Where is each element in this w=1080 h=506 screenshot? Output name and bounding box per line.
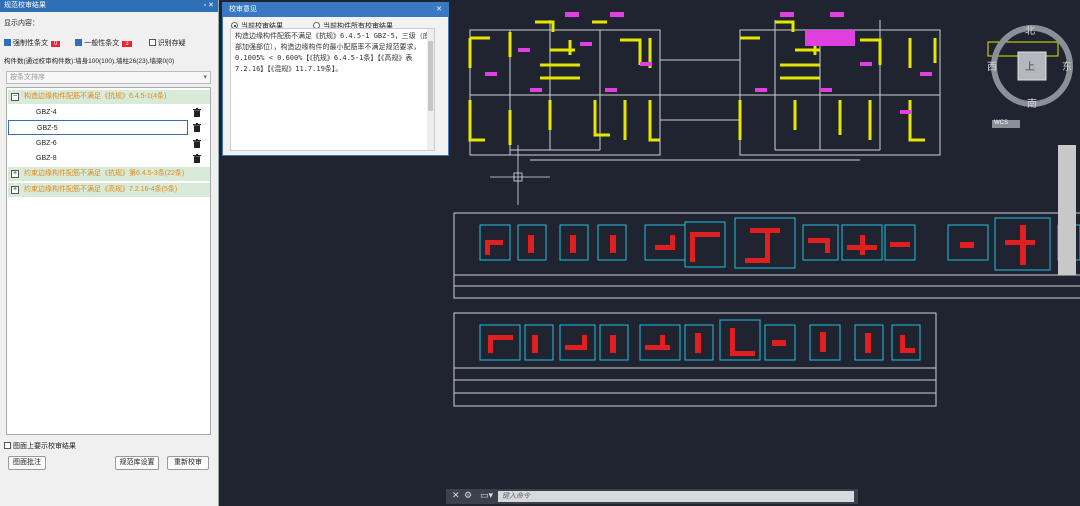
ucs-label[interactable]: WCS xyxy=(994,120,1008,126)
collapse-icon[interactable]: − xyxy=(11,93,19,101)
filter-general-label: 一般性条文 xyxy=(84,40,120,47)
tree-group-3[interactable]: + 约束边缘构件配筋不满足《高规》7.2.16-4条(5条) xyxy=(8,183,210,197)
compass-east: 东 xyxy=(1062,62,1072,73)
filter-doubtful-label: 识别存疑 xyxy=(157,40,186,47)
tree-item-label: GBZ-4 xyxy=(36,109,57,116)
panel-title: 规范校审结果 xyxy=(4,2,46,9)
trash-icon[interactable] xyxy=(193,139,201,148)
tree-group-3-label: 约束边缘构件配筋不满足《高规》7.2.16-4条(5条) xyxy=(24,186,178,193)
checkbox-doubtful[interactable] xyxy=(148,39,156,46)
checkbox-show-on-drawing[interactable] xyxy=(4,442,11,449)
checkbox-mandatory[interactable] xyxy=(4,39,11,46)
rule-settings-button[interactable]: 规范库设置 xyxy=(115,456,159,470)
detail-sections xyxy=(479,217,1080,361)
tree-group-1[interactable]: − 构造边缘构件配筋不满足《抗规》6.4.5-1(4条) xyxy=(8,90,210,104)
filter-general[interactable]: 一般性条文 3 xyxy=(75,39,132,47)
wrench-icon[interactable]: ⚙ xyxy=(464,490,472,501)
mandatory-count-badge: 0 xyxy=(51,41,61,47)
message-scrollbar[interactable] xyxy=(427,29,434,150)
compass-center[interactable]: 上 xyxy=(1025,58,1035,73)
trash-icon[interactable] xyxy=(193,123,201,132)
tree-item[interactable]: GBZ-8 xyxy=(8,151,210,166)
close-icon[interactable]: ✕ xyxy=(452,490,460,501)
recheck-button[interactable]: 重新校审 xyxy=(167,456,209,470)
command-input[interactable]: 键入命令 xyxy=(498,491,854,502)
tree-item-label: GBZ-5 xyxy=(37,125,58,132)
compass-north: 北 xyxy=(1025,26,1035,37)
dialog-title: 校审意见 xyxy=(229,6,257,13)
close-icon[interactable]: ✕ xyxy=(436,3,442,17)
compass-west: 西 xyxy=(987,62,997,73)
display-label: 显示内容： xyxy=(4,20,39,27)
annotate-button[interactable]: 图面批注 xyxy=(8,456,46,470)
sort-dropdown[interactable]: 按条文排序 ▾ xyxy=(6,71,211,84)
tree-item-label: GBZ-8 xyxy=(36,155,57,162)
scrollbar-thumb[interactable] xyxy=(428,41,433,111)
tree-group-1-label: 构造边缘构件配筋不满足《抗规》6.4.5-1(4条) xyxy=(24,93,167,100)
results-tree: − 构造边缘构件配筋不满足《抗规》6.4.5-1(4条) GBZ-4 GBZ-5… xyxy=(6,87,211,435)
dialog-titlebar: 校审意见 ✕ xyxy=(223,3,448,17)
command-bar: ✕ ⚙ ▭▾ 键入命令 xyxy=(446,489,858,504)
sort-dropdown-value: 按条文排序 xyxy=(10,74,45,81)
command-history-icon[interactable]: ▭▾ xyxy=(480,490,493,501)
trash-icon[interactable] xyxy=(193,108,201,117)
review-results-panel: 规范校审结果 ▫ ✕ 显示内容： 强制性条文 0 一般性条文 3 识别存疑 构件数(… xyxy=(0,0,219,506)
side-tab[interactable] xyxy=(1058,145,1076,275)
tree-group-2[interactable]: + 约束边缘构件配筋不满足《抗规》第6.4.5-3条(22条) xyxy=(8,167,210,181)
show-on-drawing-option[interactable]: 图面上要示校审结果 xyxy=(4,441,76,451)
tree-item[interactable]: GBZ-6 xyxy=(8,136,210,151)
filter-doubtful[interactable]: 识别存疑 xyxy=(148,39,186,47)
crosshair-cursor xyxy=(490,145,550,205)
expand-icon[interactable]: + xyxy=(11,186,19,194)
panel-window-controls[interactable]: ▫ ✕ xyxy=(204,0,218,12)
expand-icon[interactable]: + xyxy=(11,170,19,178)
review-message-box[interactable]: 构造边缘构件配筋不满足《抗规》6.4.5-1 GBZ-5，三级（底部加强部位），… xyxy=(230,28,435,151)
filter-mandatory[interactable]: 强制性条文 0 xyxy=(4,39,61,47)
tree-group-2-label: 约束边缘构件配筋不满足《抗规》第6.4.5-3条(22条) xyxy=(24,170,185,177)
chevron-down-icon: ▾ xyxy=(203,74,207,81)
trash-icon[interactable] xyxy=(193,154,201,163)
tree-item-label: GBZ-6 xyxy=(36,140,57,147)
filter-mandatory-label: 强制性条文 xyxy=(13,40,48,47)
review-message-text: 构造边缘构件配筋不满足《抗规》6.4.5-1 GBZ-5，三级（底部加强部位），… xyxy=(235,32,430,73)
show-on-drawing-label: 图面上要示校审结果 xyxy=(13,443,76,450)
shear-walls xyxy=(468,20,937,145)
panel-titlebar: 规范校审结果 ▫ ✕ xyxy=(0,0,218,12)
filter-row: 强制性条文 0 一般性条文 3 识别存疑 xyxy=(4,38,186,48)
general-count-badge: 3 xyxy=(122,41,132,47)
compass-south: 南 xyxy=(1027,99,1037,110)
tree-item[interactable]: GBZ-4 xyxy=(8,105,210,120)
tree-item-selected[interactable]: GBZ-5 xyxy=(8,120,188,135)
component-summary: 构件数(通过校审构件数):墙身100(100),墙柱26(23),墙梁0(0) xyxy=(4,58,175,65)
review-opinion-dialog: 校审意见 ✕ 当前校审结果 当前构件所有校审结果 构造边缘构件配筋不满足《抗规》… xyxy=(222,2,449,156)
checkbox-general[interactable] xyxy=(75,39,83,46)
